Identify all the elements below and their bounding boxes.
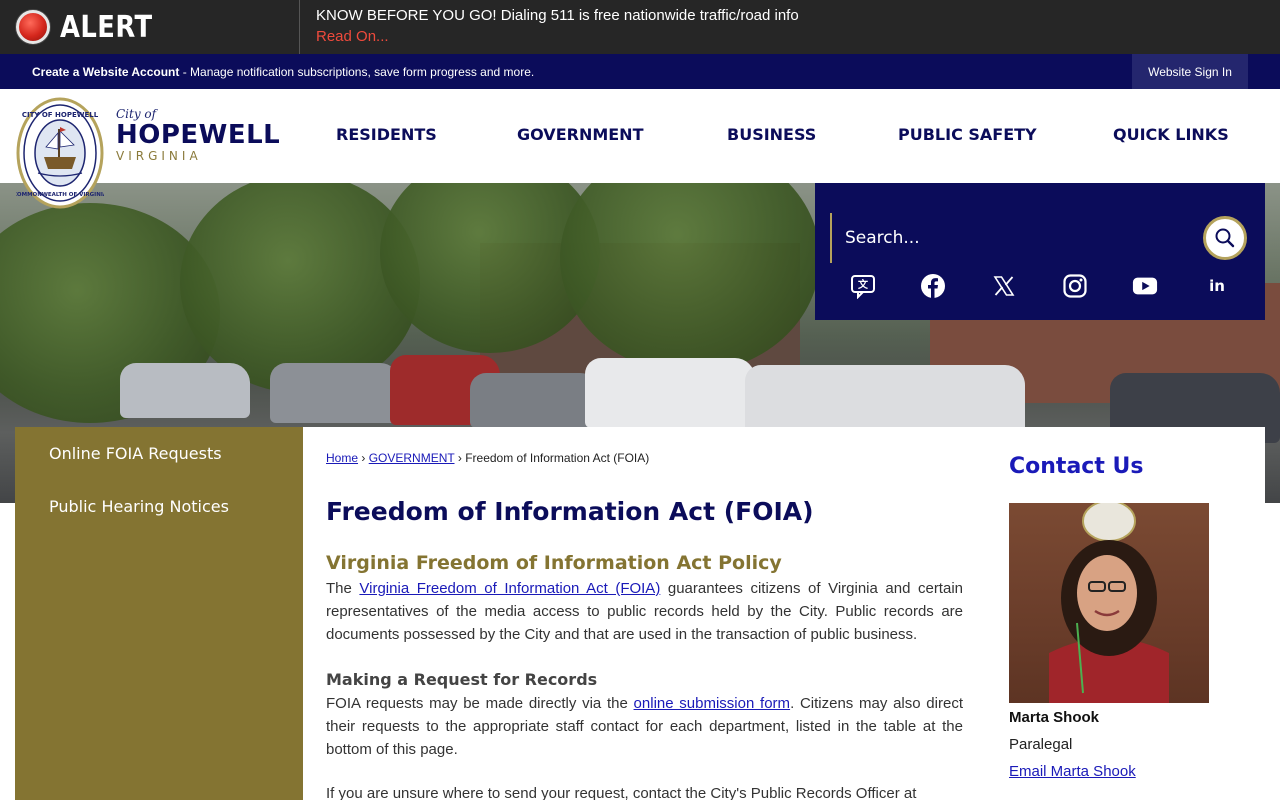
breadcrumb-current: Freedom of Information Act (FOIA) — [465, 451, 650, 465]
city-logo-text[interactable]: City of HOPEWELL VIRGINIA — [116, 107, 280, 163]
contact-role: Paralegal — [1009, 736, 1073, 753]
website-sign-in-button[interactable]: Website Sign In — [1132, 54, 1248, 89]
alert-label: ALERT — [60, 9, 153, 45]
contact-name: Marta Shook — [1009, 709, 1100, 726]
breadcrumb-home-link[interactable]: Home — [326, 451, 358, 465]
alert-message: KNOW BEFORE YOU GO! Dialing 511 is free … — [316, 7, 799, 24]
online-submission-form-link[interactable]: online submission form — [634, 695, 791, 712]
hero-car — [470, 373, 600, 428]
sidebar-item-online-foia-requests[interactable]: Online FOIA Requests — [49, 444, 222, 463]
hero-car — [270, 363, 400, 423]
alert-read-on-link[interactable]: Read On... — [316, 28, 799, 45]
breadcrumb: Home › GOVERNMENT › Freedom of Informati… — [326, 451, 649, 465]
search-divider — [830, 213, 832, 263]
linkedin-icon[interactable]: in — [1204, 273, 1230, 299]
facebook-icon[interactable] — [920, 273, 946, 299]
alert-header[interactable]: ALERT — [0, 0, 300, 54]
city-seal-logo[interactable]: CITY OF HOPEWELL COMMONWEALTH OF VIRGINI… — [16, 97, 104, 209]
nav-residents[interactable]: RESIDENTS — [336, 125, 437, 144]
paragraph-text: FOIA requests may be made directly via t… — [326, 695, 634, 712]
nav-public-safety[interactable]: PUBLIC SAFETY — [898, 125, 1037, 144]
breadcrumb-government-link[interactable]: GOVERNMENT — [369, 451, 455, 465]
logo-city-of: City of — [116, 107, 157, 121]
x-icon[interactable] — [991, 273, 1017, 299]
account-bar: Create a Website Account - Manage notifi… — [0, 54, 1280, 89]
main-content: Home › GOVERNMENT › Freedom of Informati… — [303, 427, 1265, 800]
svg-text:COMMONWEALTH OF VIRGINIA: COMMONWEALTH OF VIRGINIA — [16, 192, 104, 198]
contact-photo — [1009, 503, 1209, 703]
search-icon — [1215, 228, 1235, 248]
page-title: Freedom of Information Act (FOIA) — [326, 497, 814, 526]
sidebar-item-public-hearing-notices[interactable]: Public Hearing Notices — [49, 497, 229, 516]
alert-content: KNOW BEFORE YOU GO! Dialing 511 is free … — [300, 0, 799, 54]
alert-bar: ALERT KNOW BEFORE YOU GO! Dialing 511 is… — [0, 0, 1280, 54]
svg-text:in: in — [1209, 277, 1225, 295]
virginia-foia-link[interactable]: Virginia Freedom of Information Act (FOI… — [359, 580, 660, 597]
site-header: CITY OF HOPEWELL COMMONWEALTH OF VIRGINI… — [0, 89, 1280, 209]
foia-policy-paragraph: The Virginia Freedom of Information Act … — [326, 577, 963, 646]
instagram-icon[interactable] — [1062, 273, 1088, 299]
search-button[interactable] — [1203, 216, 1247, 260]
nav-government[interactable]: GOVERNMENT — [517, 125, 643, 144]
hero-car — [585, 358, 755, 428]
contact-email-link[interactable]: Email Marta Shook — [1009, 763, 1136, 780]
breadcrumb-separator: › — [361, 451, 366, 465]
hero-tree — [180, 183, 420, 393]
search-panel: 文 in — [815, 183, 1265, 320]
section-heading-making-request: Making a Request for Records — [326, 670, 598, 689]
nav-business[interactable]: BUSINESS — [727, 125, 816, 144]
hero-car — [745, 365, 1025, 435]
svg-text:文: 文 — [858, 278, 869, 291]
breadcrumb-separator: › — [457, 451, 462, 465]
section-heading-foia-policy: Virginia Freedom of Information Act Poli… — [326, 552, 782, 574]
logo-state: VIRGINIA — [116, 149, 202, 163]
search-input[interactable] — [845, 218, 1185, 258]
account-notice: Create a Website Account - Manage notifi… — [0, 65, 534, 79]
sidebar-nav: Online FOIA Requests Public Hearing Noti… — [15, 427, 303, 800]
create-account-link[interactable]: Create a Website Account — [32, 65, 179, 79]
alert-icon — [16, 10, 50, 44]
making-request-paragraph: FOIA requests may be made directly via t… — [326, 692, 963, 761]
hero-car — [120, 363, 250, 418]
svg-text:CITY OF HOPEWELL: CITY OF HOPEWELL — [22, 111, 99, 119]
account-description: - Manage notification subscriptions, sav… — [179, 64, 535, 79]
contact-us-heading: Contact Us — [1009, 454, 1144, 479]
paragraph-text: The — [326, 580, 360, 597]
translate-icon[interactable]: 文 — [850, 273, 876, 299]
records-officer-paragraph: If you are unsure where to send your req… — [326, 785, 917, 800]
nav-quick-links[interactable]: QUICK LINKS — [1113, 125, 1229, 144]
logo-city-name: HOPEWELL — [116, 120, 281, 150]
youtube-icon[interactable] — [1132, 273, 1158, 299]
